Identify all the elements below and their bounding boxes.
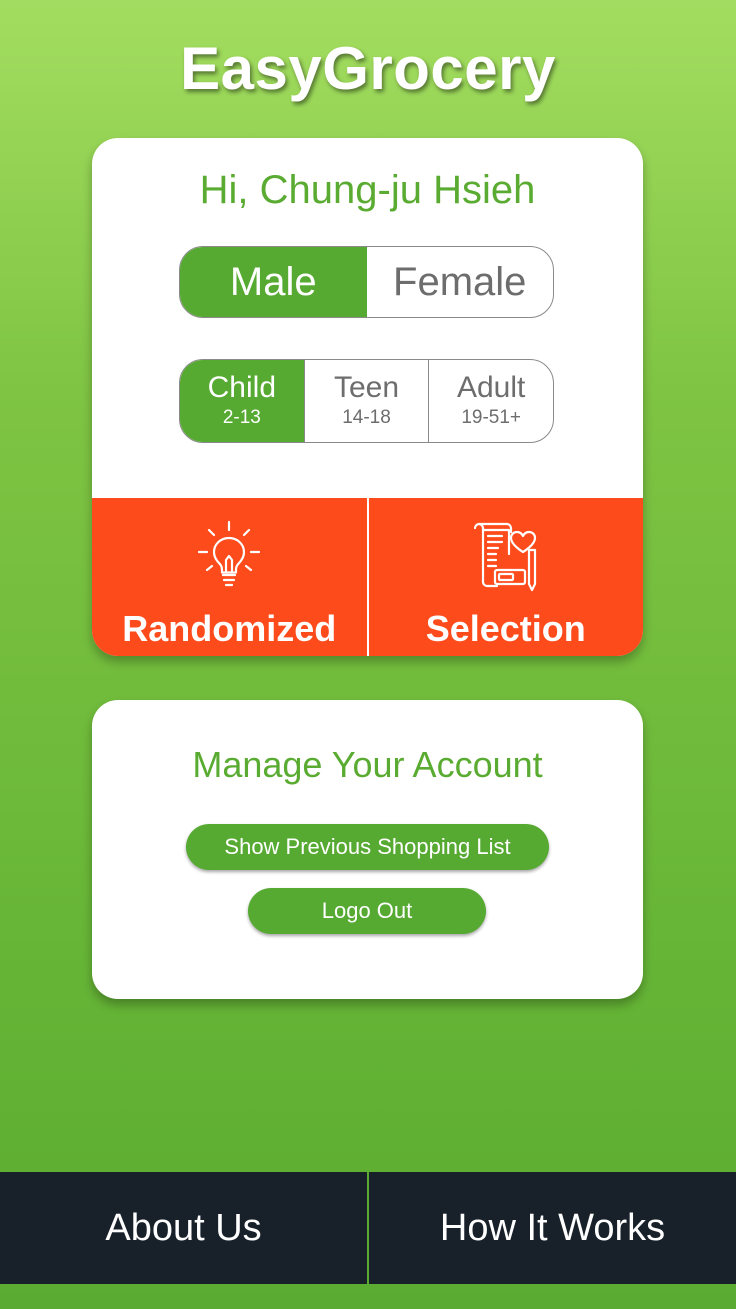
show-previous-list-button[interactable]: Show Previous Shopping List (186, 824, 549, 870)
profile-card: Hi, Chung-ju Hsieh Male Female Child 2-1… (92, 138, 643, 656)
age-option-range: 14-18 (342, 407, 391, 428)
about-us-tab[interactable]: About Us (0, 1172, 367, 1284)
account-title: Manage Your Account (192, 744, 543, 785)
age-option-label: Adult (456, 371, 526, 404)
logout-button[interactable]: Logo Out (248, 888, 486, 934)
selection-button[interactable]: Selection (366, 498, 644, 656)
randomized-label: Randomized (122, 608, 337, 649)
action-bar: Randomized Selection (92, 498, 643, 656)
age-option-teen[interactable]: Teen 14-18 (303, 360, 429, 442)
app-title: EasyGrocery (180, 35, 556, 102)
age-option-label: Child (207, 371, 277, 404)
age-option-range: 19-51+ (461, 407, 522, 428)
greeting-text: Hi, Chung-ju Hsieh (199, 168, 536, 212)
how-it-works-tab[interactable]: How It Works (367, 1172, 736, 1284)
gender-option-female[interactable]: Female (367, 247, 554, 317)
account-card: Manage Your Account Show Previous Shoppi… (92, 700, 643, 999)
lightbulb-icon (198, 520, 261, 587)
age-segmented-control: Child 2-13 Teen 14-18 Adult 19-51+ (179, 359, 554, 443)
selection-label: Selection (425, 608, 586, 649)
age-option-range: 2-13 (222, 407, 261, 428)
randomized-button[interactable]: Randomized (92, 498, 367, 656)
bottom-nav: About Us How It Works (0, 1172, 736, 1284)
list-heart-icon (473, 522, 536, 592)
gender-option-male[interactable]: Male (180, 247, 367, 317)
age-option-adult[interactable]: Adult 19-51+ (428, 360, 553, 442)
age-option-child[interactable]: Child 2-13 (180, 360, 304, 442)
gender-segmented-control: Male Female (179, 246, 554, 318)
age-option-label: Teen (333, 371, 400, 404)
